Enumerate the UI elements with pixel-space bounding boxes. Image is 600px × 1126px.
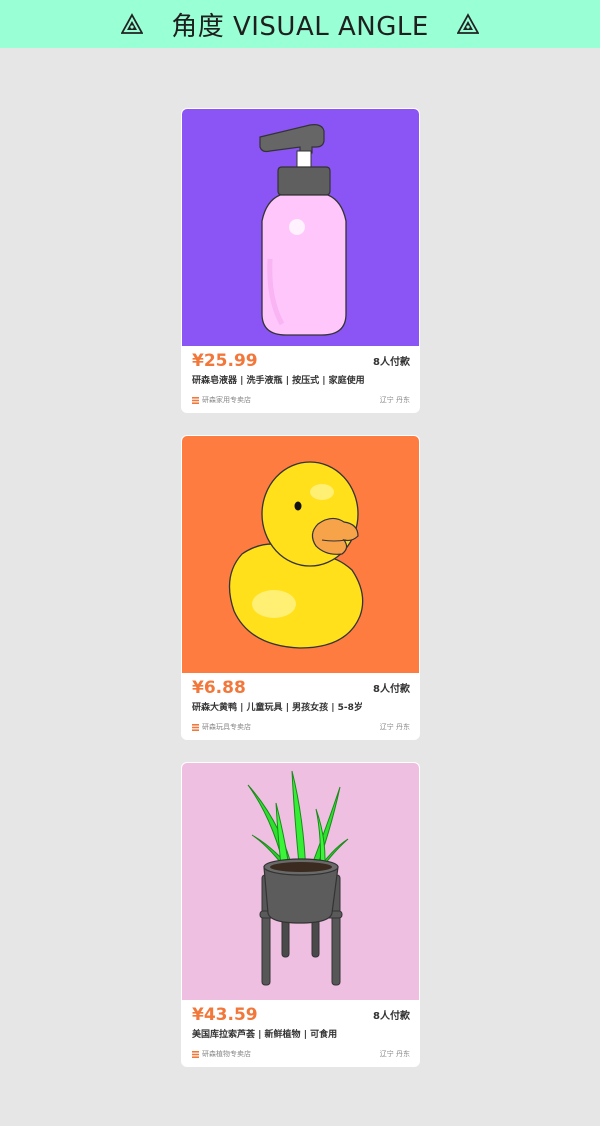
product-card-soap-dispenser[interactable]: ¥25.99 8人付款 研森皂液器 | 洗手液瓶 | 按压式 | 家庭使用 研森… [181,108,420,413]
store-link[interactable]: 研森玩具专卖店 [192,722,251,732]
triangle-logo-icon [121,13,144,34]
product-card-rubber-duck[interactable]: ¥6.88 8人付款 研森大黄鸭 | 儿童玩具 | 男孩女孩 | 5-8岁 研森… [181,435,420,740]
sales-count: 8人付款 [373,357,410,368]
soap-dispenser-illustration [182,109,419,346]
store-name: 研森植物专卖店 [202,1050,251,1058]
product-card-aloe-plant[interactable]: ¥43.59 8人付款 美国库拉索芦荟 | 新鲜植物 | 可食用 研森植物专卖店… [181,762,420,1067]
sales-count: 8人付款 [373,684,410,695]
triangle-logo-icon [456,13,479,34]
page-title: 角度 VISUAL ANGLE [171,11,429,42]
app-header: 角度 VISUAL ANGLE [0,0,600,48]
potted-aloe-plant-illustration [182,763,419,1000]
product-title[interactable]: 研森皂液器 | 洗手液瓶 | 按压式 | 家庭使用 [192,373,365,386]
store-name: 研森玩具专卖店 [202,723,251,731]
product-image[interactable] [182,763,419,1000]
store-icon [192,1050,199,1058]
product-price: ¥43.59 [192,1005,258,1025]
store-location: 辽宁 丹东 [379,396,410,404]
product-title[interactable]: 美国库拉索芦荟 | 新鲜植物 | 可食用 [192,1027,337,1040]
rubber-duck-illustration [182,436,419,673]
store-location: 辽宁 丹东 [379,1050,410,1058]
product-image[interactable] [182,109,419,346]
store-link[interactable]: 研森家用专卖店 [192,395,251,405]
store-link[interactable]: 研森植物专卖店 [192,1049,251,1059]
product-price: ¥25.99 [192,351,258,371]
store-icon [192,396,199,404]
store-location: 辽宁 丹东 [379,723,410,731]
product-price: ¥6.88 [192,678,246,698]
store-icon [192,723,199,731]
product-image[interactable] [182,436,419,673]
store-name: 研森家用专卖店 [202,396,251,404]
product-title[interactable]: 研森大黄鸭 | 儿童玩具 | 男孩女孩 | 5-8岁 [192,700,363,713]
sales-count: 8人付款 [373,1011,410,1022]
